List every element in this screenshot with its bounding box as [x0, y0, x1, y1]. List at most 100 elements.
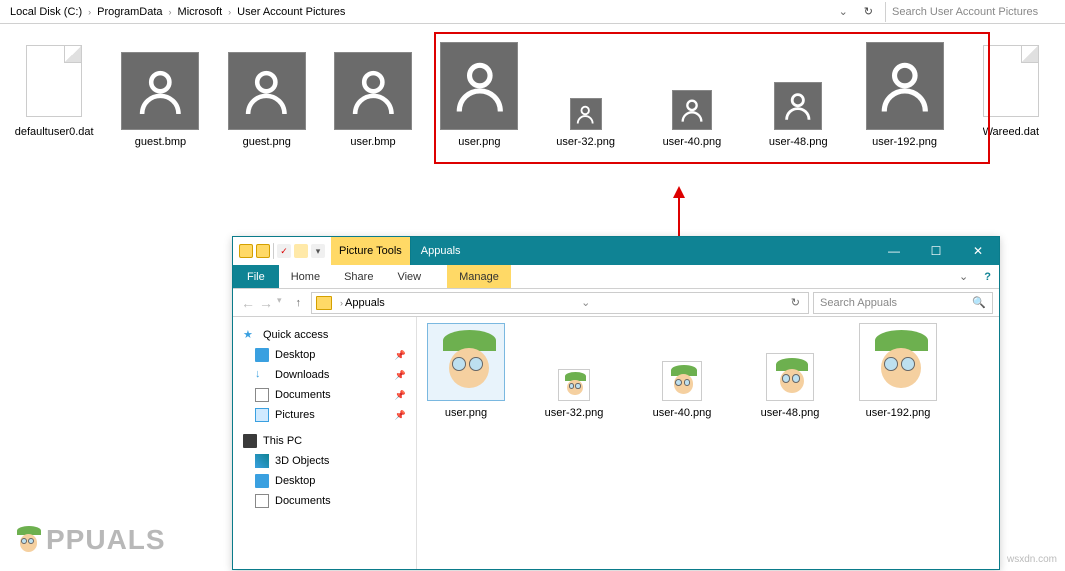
file-item[interactable]: guest.bmp	[118, 42, 202, 148]
explorer-window-secondary: ✓ ▾ Picture Tools Appuals — ☐ ✕ File Hom…	[232, 236, 1000, 570]
properties-icon[interactable]	[294, 244, 308, 258]
forward-button[interactable]: →	[259, 295, 273, 311]
file-label: Wareed.dat	[983, 126, 1039, 138]
file-item[interactable]: user.png	[437, 42, 521, 148]
tab-home[interactable]: Home	[279, 265, 332, 288]
tab-file[interactable]: File	[233, 265, 279, 288]
folder-icon[interactable]	[239, 244, 253, 258]
file-label: user-32.png	[545, 407, 604, 419]
address-bar-top: Local Disk (C:)› ProgramData› Microsoft›…	[0, 0, 1065, 24]
file-grid: user.png user-32.png user-40.png user-48.pn…	[417, 317, 999, 569]
file-item[interactable]: user.bmp	[331, 42, 415, 148]
chevron-right-icon: ›	[86, 7, 93, 17]
sidebar-item-desktop[interactable]: Desktop📌	[237, 345, 412, 365]
document-icon	[255, 388, 269, 402]
folder-icon[interactable]	[256, 244, 270, 258]
chevron-right-icon: ›	[167, 7, 174, 17]
breadcrumb-seg[interactable]: User Account Pictures	[233, 4, 349, 20]
file-item[interactable]: user-40.png	[650, 42, 734, 148]
file-label: user-48.png	[761, 407, 820, 419]
refresh-icon[interactable]: ↻	[787, 296, 804, 309]
tab-view[interactable]: View	[385, 265, 433, 288]
sidebar-this-pc[interactable]: This PC	[237, 431, 412, 451]
context-tab-label: Picture Tools	[331, 237, 411, 265]
refresh-icon[interactable]: ↻	[858, 5, 879, 18]
sidebar: ★ Quick access Desktop📌 ↓Downloads📌 Docu…	[233, 317, 417, 569]
pin-icon: 📌	[395, 390, 406, 401]
nav-bar: ← → ▾ ↑ › Appuals ⌄ ↻ Search Appuals 🔍	[233, 289, 999, 317]
chevron-right-icon: ›	[338, 298, 345, 308]
breadcrumb-seg[interactable]: ProgramData	[93, 4, 166, 20]
file-label: user.png	[458, 136, 500, 148]
file-item[interactable]: user.png	[423, 327, 509, 419]
dropdown-icon[interactable]: ⌄	[835, 5, 852, 18]
check-icon[interactable]: ✓	[277, 244, 291, 258]
help-icon[interactable]: ?	[976, 265, 999, 288]
document-icon	[255, 494, 269, 508]
annotation-arrow-head	[673, 186, 685, 198]
breadcrumb-seg[interactable]: Microsoft	[174, 4, 227, 20]
separator	[273, 243, 274, 259]
maximize-button[interactable]: ☐	[915, 237, 957, 265]
logo-face-icon	[10, 523, 44, 557]
sidebar-item-pictures[interactable]: Pictures📌	[237, 405, 412, 425]
back-button[interactable]: ←	[241, 295, 255, 311]
file-item[interactable]: user-40.png	[639, 327, 725, 419]
file-item[interactable]: user-32.png	[531, 327, 617, 419]
download-icon: ↓	[255, 368, 269, 382]
sidebar-item-3d[interactable]: 3D Objects	[237, 451, 412, 471]
dropdown-icon[interactable]: ⌄	[581, 296, 590, 309]
sidebar-item-downloads[interactable]: ↓Downloads📌	[237, 365, 412, 385]
file-label: guest.bmp	[135, 136, 186, 148]
breadcrumb-path[interactable]: Local Disk (C:)› ProgramData› Microsoft›…	[0, 4, 835, 20]
file-item[interactable]: guest.png	[225, 42, 309, 148]
file-item[interactable]: user-192.png	[855, 327, 941, 419]
file-item[interactable]: Wareed.dat	[969, 42, 1053, 138]
pictures-icon	[255, 408, 269, 422]
titlebar[interactable]: ✓ ▾ Picture Tools Appuals — ☐ ✕	[233, 237, 999, 265]
file-label: user-32.png	[556, 136, 615, 148]
cube-icon	[255, 454, 269, 468]
file-label: defaultuser0.dat	[15, 126, 94, 138]
sidebar-item-documents[interactable]: Documents📌	[237, 385, 412, 405]
file-item[interactable]: user-192.png	[862, 42, 946, 148]
file-label: user-192.png	[872, 136, 937, 148]
up-button[interactable]: ↑	[290, 297, 308, 309]
sidebar-item-desktop2[interactable]: Desktop	[237, 471, 412, 491]
pc-icon	[243, 434, 257, 448]
chevron-right-icon: ›	[226, 7, 233, 17]
breadcrumb-seg[interactable]: Appuals	[345, 297, 385, 309]
folder-icon	[316, 296, 332, 310]
search-input-top[interactable]: Search User Account Pictures	[885, 2, 1065, 22]
file-label: user-48.png	[769, 136, 828, 148]
pin-icon: 📌	[395, 410, 406, 421]
file-label: user.png	[445, 407, 487, 419]
file-label: user.bmp	[350, 136, 395, 148]
file-label: user-40.png	[653, 407, 712, 419]
file-item[interactable]: defaultuser0.dat	[12, 42, 96, 138]
star-icon: ★	[243, 328, 257, 342]
pin-icon: 📌	[395, 370, 406, 381]
tab-share[interactable]: Share	[332, 265, 385, 288]
tab-manage[interactable]: Manage	[447, 265, 511, 288]
sidebar-item-documents2[interactable]: Documents	[237, 491, 412, 511]
close-button[interactable]: ✕	[957, 237, 999, 265]
sidebar-quick-access[interactable]: ★ Quick access	[237, 325, 412, 345]
file-item[interactable]: user-48.png	[756, 42, 840, 148]
source-label: wsxdn.com	[1007, 554, 1057, 565]
pin-icon: 📌	[395, 350, 406, 361]
search-icon: 🔍	[972, 296, 986, 309]
file-label: user-192.png	[866, 407, 931, 419]
address-bar[interactable]: › Appuals ⌄ ↻	[311, 292, 809, 314]
file-item[interactable]: user-32.png	[543, 42, 627, 148]
file-item[interactable]: user-48.png	[747, 327, 833, 419]
window-title: Appuals	[411, 245, 873, 257]
search-input[interactable]: Search Appuals 🔍	[813, 292, 993, 314]
recent-dropdown-icon[interactable]: ▾	[277, 295, 282, 311]
ribbon-collapse-icon[interactable]: ⌄	[951, 265, 976, 288]
minimize-button[interactable]: —	[873, 237, 915, 265]
desktop-icon	[255, 474, 269, 488]
breadcrumb-seg[interactable]: Local Disk (C:)	[6, 4, 86, 20]
file-grid-top: defaultuser0.dat guest.bmp guest.png user.b…	[0, 24, 1065, 148]
dropdown-icon[interactable]: ▾	[311, 244, 325, 258]
